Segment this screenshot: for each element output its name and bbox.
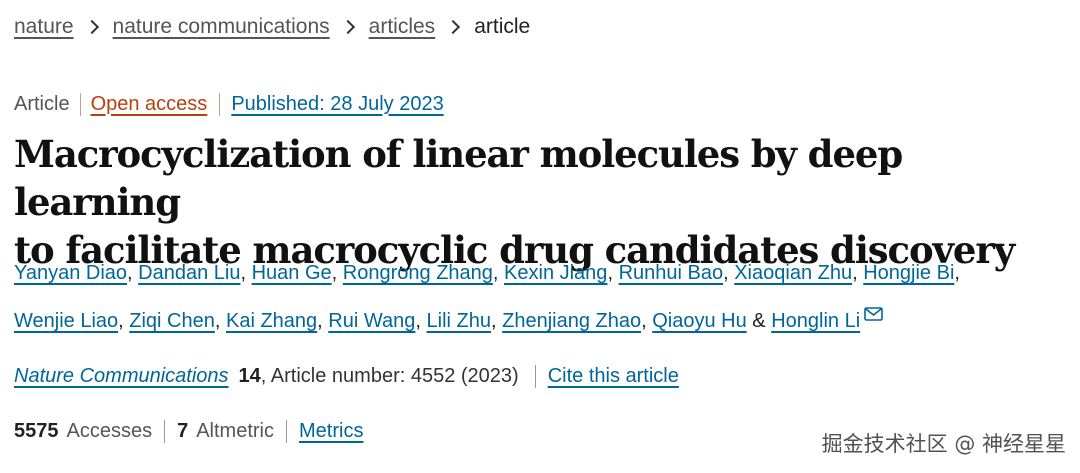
- mail-icon[interactable]: [864, 294, 883, 336]
- author-link[interactable]: Runhui Bao: [619, 262, 724, 284]
- author-link[interactable]: Qiaoyu Hu: [652, 310, 747, 332]
- published-date-link[interactable]: Published: 28 July 2023: [219, 92, 444, 116]
- article-type: Article: [14, 92, 70, 115]
- author-link[interactable]: Xiaoqian Zhu: [734, 262, 852, 284]
- author-separator: ,: [415, 310, 421, 332]
- breadcrumb-current: article: [474, 15, 531, 38]
- breadcrumb-link-nature[interactable]: nature: [14, 15, 74, 39]
- author-separator: ,: [317, 310, 323, 332]
- metrics-row: 5575 Accesses 7 Altmetric Metrics: [14, 416, 363, 446]
- author-link[interactable]: Rongrong Zhang: [343, 262, 493, 284]
- article-title-line-1: Macrocyclization of linear molecules by …: [14, 132, 903, 224]
- author-ampersand: &: [752, 310, 766, 332]
- author-list: Yanyan Diao, Dandan Liu, Huan Ge, Rongro…: [14, 252, 1064, 342]
- article-number: , Article number: 4552 (2023): [260, 364, 519, 387]
- article-meta: Article Open access Published: 28 July 2…: [14, 89, 444, 119]
- author-link[interactable]: Kai Zhang: [226, 310, 317, 332]
- author-link[interactable]: Wenjie Liao: [14, 310, 118, 332]
- author-separator: ,: [127, 262, 133, 284]
- chevron-right-icon: [84, 19, 99, 35]
- author-separator: ,: [214, 310, 221, 332]
- author-link[interactable]: Ziqi Chen: [129, 310, 215, 332]
- author-link[interactable]: Huan Ge: [252, 262, 332, 284]
- accesses-label: Accesses: [66, 419, 153, 442]
- corresponding-author-link[interactable]: Honglin Li: [771, 310, 860, 332]
- citation-row: Nature Communications 14 , Article numbe…: [14, 361, 679, 391]
- breadcrumb-link-articles[interactable]: articles: [369, 15, 436, 39]
- author-link[interactable]: Yanyan Diao: [14, 262, 127, 284]
- author-separator: ,: [954, 262, 960, 284]
- author-link[interactable]: Kexin Jiang: [504, 262, 607, 284]
- journal-link[interactable]: Nature Communications: [14, 365, 229, 388]
- accesses-count: 5575: [14, 419, 59, 442]
- author-link[interactable]: Hongjie Bi: [863, 262, 954, 284]
- author-separator: ,: [240, 262, 247, 284]
- author-link[interactable]: Rui Wang: [328, 310, 415, 332]
- metrics-link[interactable]: Metrics: [286, 419, 363, 443]
- volume-number: 14: [238, 364, 261, 387]
- author-separator: ,: [852, 262, 858, 284]
- breadcrumb-link-nature-communications[interactable]: nature communications: [113, 15, 330, 39]
- author-separator: ,: [490, 310, 497, 332]
- author-separator: ,: [331, 262, 338, 284]
- altmetric-group: 7 Altmetric: [164, 419, 275, 443]
- chevron-right-icon: [446, 19, 461, 35]
- author-separator: ,: [641, 310, 647, 332]
- author-link[interactable]: Dandan Liu: [138, 262, 240, 284]
- author-link[interactable]: Zhenjiang Zhao: [502, 310, 641, 332]
- chevron-right-icon: [340, 19, 355, 35]
- author-separator: ,: [492, 262, 499, 284]
- altmetric-label: Altmetric: [196, 419, 275, 442]
- author-separator: ,: [118, 310, 124, 332]
- author-separator: ,: [723, 262, 729, 284]
- watermark: 掘金技术社区 @ 神经星星: [821, 432, 1066, 456]
- open-access-link[interactable]: Open access: [79, 92, 220, 116]
- author-separator: ,: [607, 262, 613, 284]
- altmetric-count: 7: [177, 419, 189, 442]
- author-link[interactable]: Lili Zhu: [427, 310, 491, 332]
- cite-this-article-link[interactable]: Cite this article: [534, 364, 679, 388]
- breadcrumb: nature nature communications articles ar…: [14, 14, 530, 40]
